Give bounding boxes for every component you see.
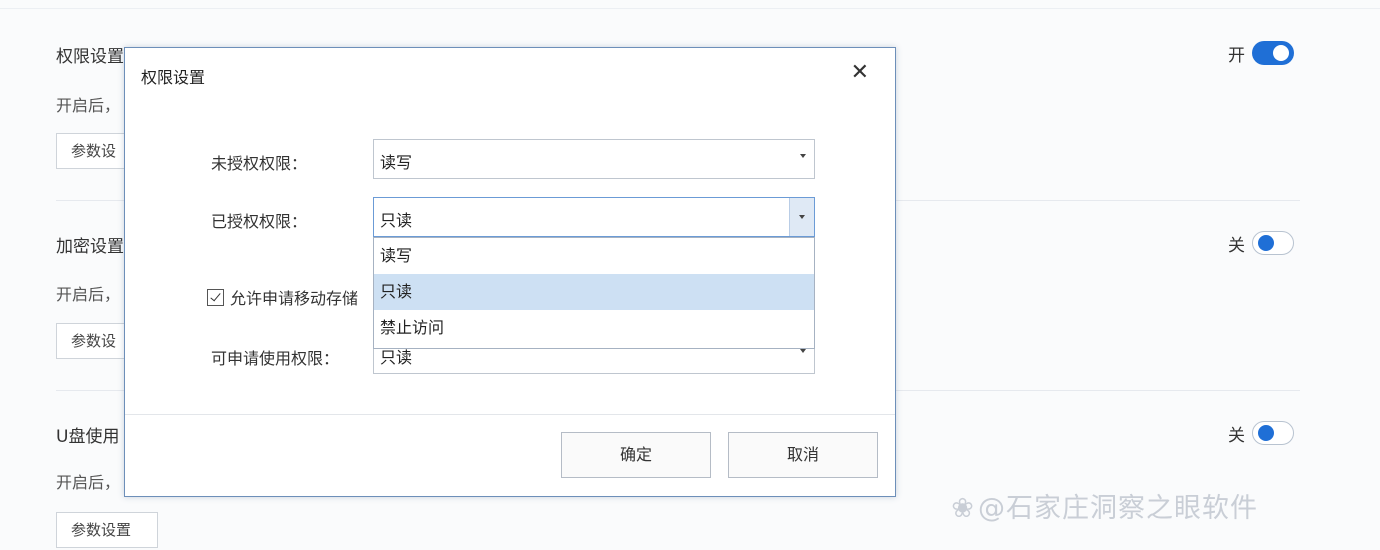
toggle-knob [1273,45,1289,61]
toggle-usb[interactable]: 关 [1228,419,1294,447]
authorized-dropdown: 读写 只读 禁止访问 [373,237,815,349]
chevron-down-icon [799,215,805,219]
toggle-label: 开 [1228,45,1245,66]
toggle-knob [1258,235,1274,251]
ok-button[interactable]: 确定 [561,432,711,478]
toggle-label: 关 [1228,425,1245,446]
toggle-permission[interactable]: 开 [1228,39,1294,67]
watermark-text: @石家庄洞察之眼软件 [978,493,1258,524]
chevron-down-icon [800,154,806,158]
toggle-switch[interactable] [1252,421,1294,445]
unauthorized-select[interactable]: 读写 [373,139,815,179]
authorized-label: 已授权权限： [211,212,308,231]
dropdown-option-no-access[interactable]: 禁止访问 [374,310,814,346]
apply-permission-label: 可申请使用权限： [211,349,340,368]
dialog-footer-divider [125,414,895,415]
cancel-button[interactable]: 取消 [728,432,878,478]
toggle-label: 关 [1228,235,1245,256]
allow-request-checkbox[interactable] [207,288,224,306]
unauthorized-label: 未授权权限： [211,154,308,173]
select-value: 读写 [380,153,413,172]
allow-request-row[interactable]: 允许申请移动存储 [207,285,358,309]
top-divider [0,8,1380,9]
section-desc: 开启后， [56,96,121,115]
section-desc: 开启后， [56,473,121,492]
section-desc: 开启后， [56,285,121,304]
param-settings-button[interactable]: 参数设置 [56,512,158,548]
permission-dialog: 权限设置 ✕ 未授权权限： 读写 已授权权限： 只读 读写 只读 禁止访问 允许… [124,47,896,497]
toggle-encryption[interactable]: 关 [1228,229,1294,257]
watermark: ❀ @石家庄洞察之眼软件 [948,486,1258,525]
section-title: 权限设置 [56,47,124,67]
dialog-title: 权限设置 [141,68,206,87]
toggle-switch[interactable] [1252,231,1294,255]
section-title: U盘使用 [56,427,120,447]
toggle-switch[interactable] [1252,41,1294,65]
select-value: 只读 [380,211,413,230]
section-title: 加密设置 [56,237,124,257]
paw-icon: ❀ [951,493,975,524]
allow-request-label: 允许申请移动存储 [230,289,359,308]
authorized-select[interactable]: 只读 [373,197,815,237]
dropdown-option-read-write[interactable]: 读写 [374,238,814,274]
dropdown-option-read-only[interactable]: 只读 [374,274,814,310]
chevron-down-icon [800,349,806,353]
close-icon[interactable]: ✕ [851,62,869,84]
toggle-knob [1258,425,1274,441]
